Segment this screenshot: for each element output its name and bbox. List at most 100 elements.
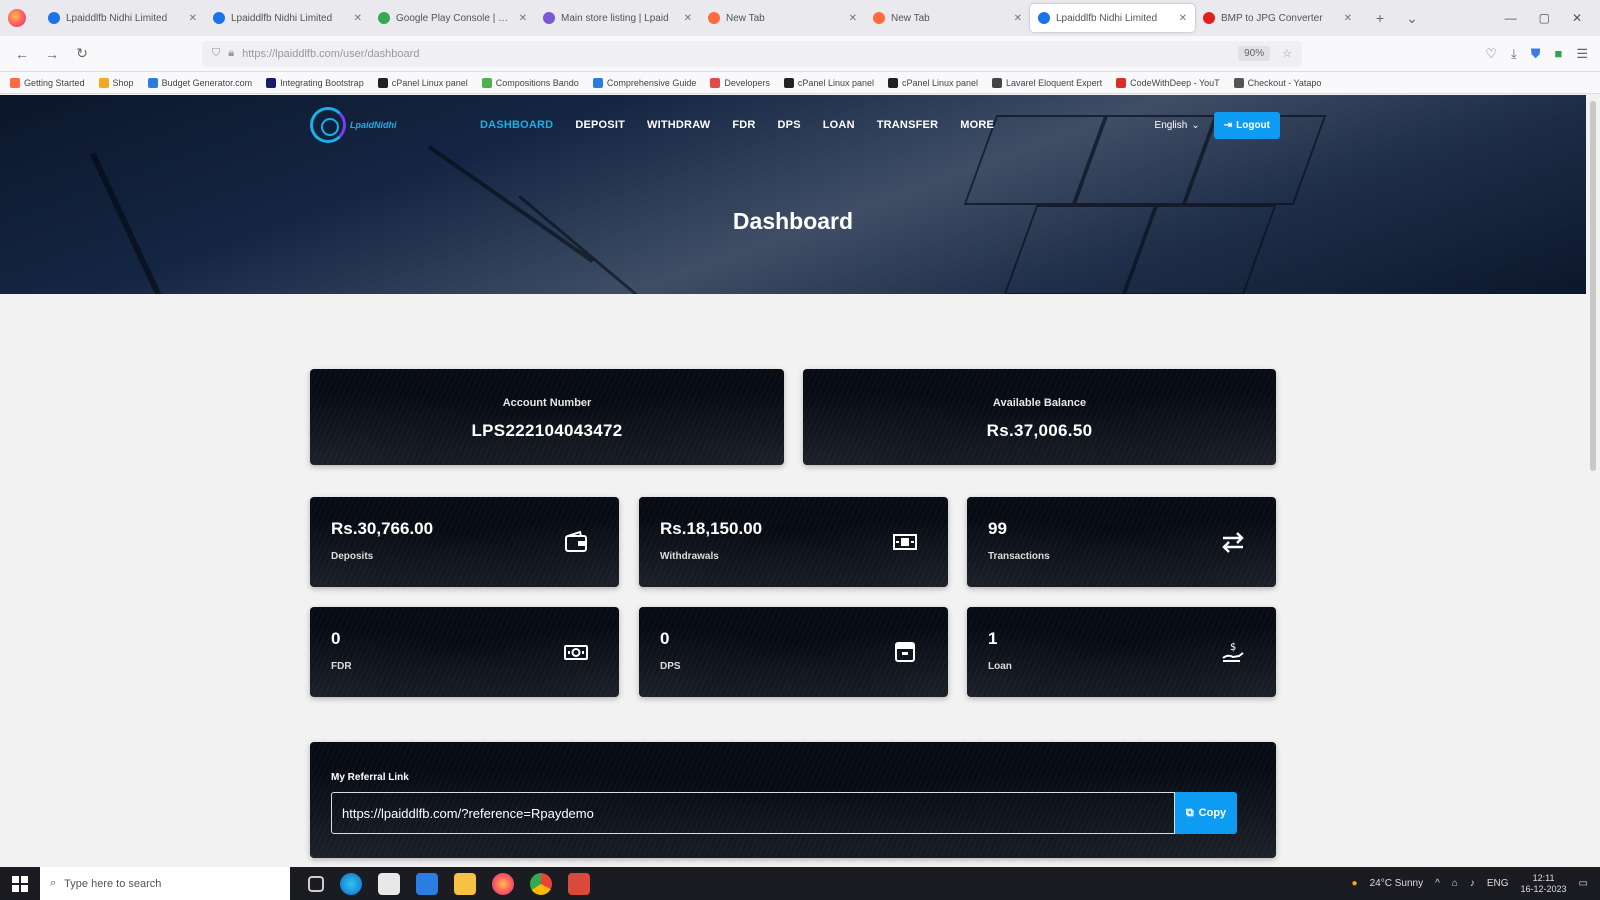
site-logo[interactable]: LpaidNidhi — [310, 107, 480, 143]
stat-value: 0 — [660, 629, 670, 648]
bookmark-item[interactable]: Integrating Bootstrap — [266, 77, 364, 88]
zoom-level[interactable]: 90% — [1238, 46, 1271, 61]
bookmark-favicon-icon — [992, 77, 1003, 88]
money-bill-icon — [563, 639, 589, 665]
referral-link-input[interactable] — [331, 792, 1175, 834]
balance-value: Rs.37,006.50 — [986, 421, 1093, 440]
tab-favicon-icon — [1203, 12, 1215, 24]
chevron-down-icon: ⌄ — [1191, 119, 1200, 131]
bookmark-star-icon[interactable]: ☆ — [1282, 47, 1292, 60]
bookmark-favicon-icon — [10, 77, 20, 88]
forward-icon[interactable]: → — [42, 46, 62, 62]
browser-tab[interactable]: Google Play Console | Goo ✕ — [370, 4, 535, 32]
extension-icon[interactable]: ⛊ — [1531, 46, 1541, 62]
weather-text[interactable]: 24°C Sunny — [1370, 878, 1423, 889]
bookmark-item[interactable]: Comprehensive Guide — [592, 77, 696, 88]
bookmark-item[interactable]: cPanel Linux panel — [377, 77, 468, 88]
toolbar-icons: ♡ ⤓ ⛊ ■ ☰ — [1485, 46, 1588, 62]
browser-tab[interactable]: New Tab ✕ — [865, 4, 1030, 32]
list-tabs-icon[interactable]: ⌄ — [1400, 10, 1424, 27]
close-tab-icon[interactable]: ✕ — [849, 13, 857, 24]
logout-button[interactable]: ⇥ Logout — [1213, 111, 1280, 139]
minimize-icon[interactable]: — — [1505, 11, 1517, 25]
network-icon[interactable]: ⌂ — [1452, 878, 1458, 889]
bookmark-item[interactable]: Shop — [98, 77, 134, 88]
stat-card-dps: 0 DPS — [639, 607, 948, 697]
browser-tab[interactable]: Lpaiddlfb Nidhi Limited ✕ — [1030, 4, 1195, 32]
volume-icon[interactable]: ♪ — [1470, 878, 1475, 889]
nav-fdr[interactable]: FDR — [732, 119, 755, 131]
file-explorer-icon[interactable] — [454, 872, 476, 895]
close-tab-icon[interactable]: ✕ — [1014, 13, 1022, 24]
nav-withdraw[interactable]: WITHDRAW — [647, 119, 710, 131]
brand-name: LpaidNidhi — [350, 120, 397, 130]
language-select[interactable]: English ⌄ — [1155, 120, 1200, 131]
close-tab-icon[interactable]: ✕ — [684, 13, 692, 24]
back-icon[interactable]: ← — [12, 46, 32, 62]
tray-chevron-icon[interactable]: ^ — [1435, 878, 1440, 889]
bookmark-label: cPanel Linux panel — [797, 77, 874, 88]
firefox-icon[interactable] — [492, 872, 514, 895]
close-tab-icon[interactable]: ✕ — [189, 13, 197, 24]
close-tab-icon[interactable]: ✕ — [1344, 13, 1352, 24]
browser-tab[interactable]: Lpaiddlfb Nidhi Limited ✕ — [205, 4, 370, 32]
bookmark-item[interactable]: Compositions Bando — [481, 77, 579, 88]
task-view-icon[interactable] — [308, 875, 324, 892]
nav-loan[interactable]: LOAN — [823, 119, 855, 131]
bookmark-item[interactable]: Getting Started — [10, 77, 85, 88]
mail-icon[interactable] — [416, 872, 438, 895]
bookmark-item[interactable]: cPanel Linux panel — [783, 77, 874, 88]
bookmark-favicon-icon — [147, 77, 158, 88]
maximize-icon[interactable]: ▢ — [1539, 11, 1550, 25]
stat-value: Rs.30,766.00 — [331, 519, 434, 538]
clock-time: 12:11 — [1532, 872, 1555, 883]
browser-tab[interactable]: New Tab ✕ — [700, 4, 865, 32]
balance-label: Available Balance — [992, 397, 1087, 409]
search-icon: ⌕ — [50, 877, 57, 889]
language-indicator[interactable]: ENG — [1487, 878, 1509, 889]
copy-button[interactable]: ⧉ Copy — [1175, 792, 1237, 834]
page-viewport: LpaidNidhi DASHBOARD DEPOSIT WITHDRAW FDR DP… — [0, 95, 1600, 867]
bookmark-item[interactable]: CodeWithDeep - YouT — [1116, 77, 1220, 88]
browser-tab[interactable]: BMP to JPG Converter ✕ — [1195, 4, 1360, 32]
app-icon[interactable] — [568, 872, 590, 895]
close-tab-icon[interactable]: ✕ — [1179, 13, 1187, 24]
nav-more[interactable]: MORE — [960, 119, 994, 131]
tab-favicon-icon — [708, 12, 720, 24]
store-icon[interactable] — [378, 872, 400, 895]
menu-icon[interactable]: ☰ — [1576, 46, 1588, 62]
firefox-logo-icon — [8, 9, 26, 27]
taskbar-search[interactable]: ⌕ Type here to search — [40, 867, 290, 900]
address-bar[interactable]: ⛉ 🔒︎ https://lpaiddlfb.com/user/dashboar… — [202, 40, 1302, 67]
reload-icon[interactable]: ↻ — [72, 45, 92, 62]
tab-title: Google Play Console | Goo — [396, 12, 515, 24]
close-window-icon[interactable]: ✕ — [1572, 11, 1582, 25]
close-tab-icon[interactable]: ✕ — [519, 13, 527, 24]
page-scrollbar[interactable] — [1586, 95, 1600, 867]
close-tab-icon[interactable]: ✕ — [354, 13, 362, 24]
archive-icon — [892, 639, 918, 665]
new-tab-icon[interactable]: + — [1368, 10, 1392, 26]
stat-card-transactions: 99 Transactions — [967, 497, 1276, 587]
browser-tab[interactable]: Lpaiddlfb Nidhi Limited ✕ — [40, 4, 205, 32]
bookmark-item[interactable]: Checkout - Yatapo — [1233, 77, 1321, 88]
extension-icon[interactable]: ■ — [1554, 46, 1562, 62]
bookmark-item[interactable]: Lavarel Eloquent Expert — [992, 77, 1102, 88]
nav-dashboard[interactable]: DASHBOARD — [480, 119, 553, 131]
pocket-icon[interactable]: ♡ — [1485, 46, 1497, 62]
nav-dps[interactable]: DPS — [778, 119, 801, 131]
downloads-icon[interactable]: ⤓ — [1511, 46, 1517, 62]
windows-start-icon[interactable] — [0, 867, 40, 900]
notifications-icon[interactable]: ▭ — [1579, 878, 1588, 889]
browser-tab[interactable]: Main store listing | Lpaid ✕ — [535, 4, 700, 32]
bookmark-label: Developers — [724, 77, 770, 88]
nav-transfer[interactable]: TRANSFER — [877, 119, 939, 131]
chrome-icon[interactable] — [530, 872, 552, 895]
bookmark-item[interactable]: Developers — [710, 77, 770, 88]
bookmark-item[interactable]: Budget Generator.com — [147, 77, 252, 88]
bookmark-favicon-icon — [98, 77, 109, 88]
nav-deposit[interactable]: DEPOSIT — [575, 119, 625, 131]
bookmark-item[interactable]: cPanel Linux panel — [887, 77, 978, 88]
edge-icon[interactable] — [340, 872, 362, 895]
clock[interactable]: 12:11 16-12-2023 — [1521, 873, 1567, 895]
